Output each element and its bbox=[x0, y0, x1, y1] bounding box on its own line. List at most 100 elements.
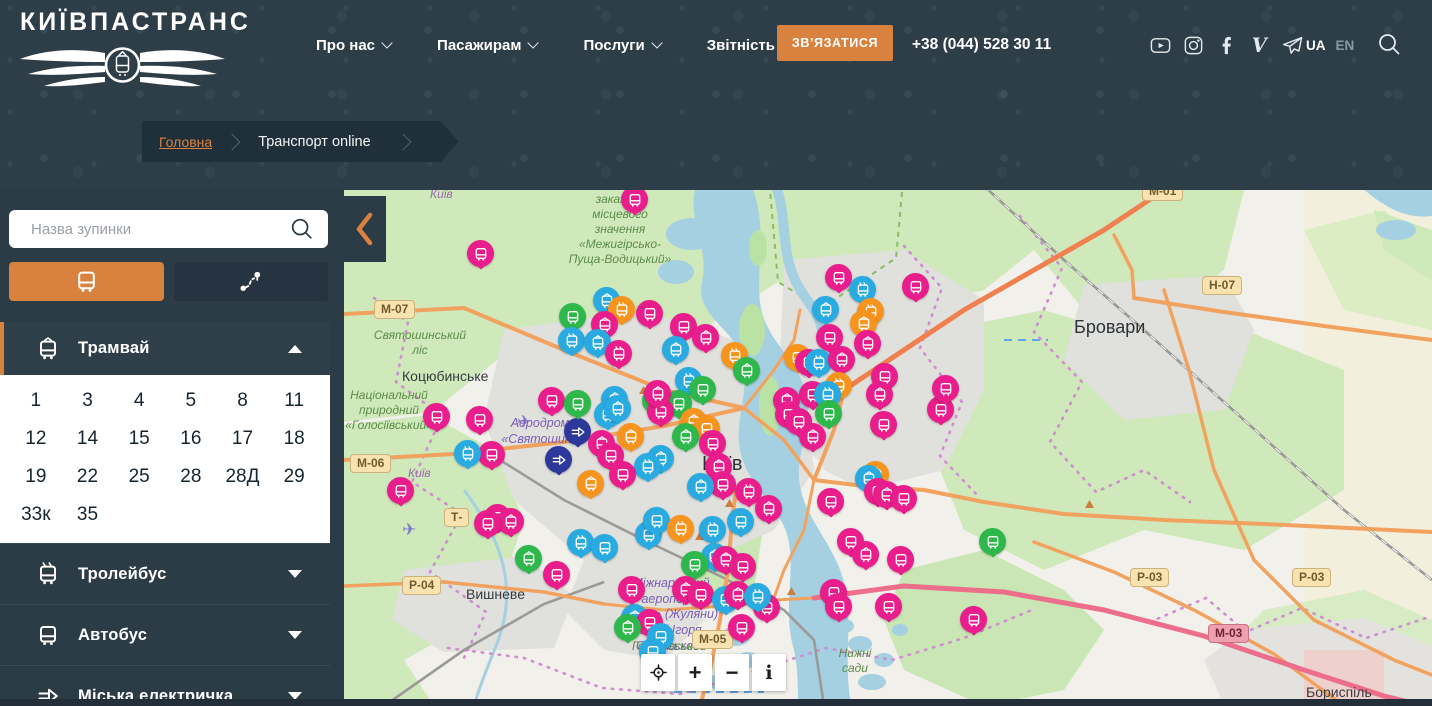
vehicle-marker-tram[interactable] bbox=[799, 423, 826, 450]
route-number-3[interactable]: 3 bbox=[62, 388, 114, 414]
route-number-5[interactable]: 5 bbox=[165, 388, 217, 414]
transport-map[interactable]: ✈ ✈ ✈ +−i Київзаказник місцевого значенн… bbox=[344, 190, 1432, 706]
sidebar-section-tram[interactable]: Трамвай bbox=[0, 322, 330, 375]
vehicle-marker-bus[interactable] bbox=[875, 593, 902, 620]
route-number-25[interactable]: 25 bbox=[113, 464, 165, 490]
vehicle-marker-tram[interactable] bbox=[515, 545, 542, 572]
vehicle-marker-tram[interactable] bbox=[692, 324, 719, 351]
vehicle-marker-bus[interactable] bbox=[960, 606, 987, 633]
route-number-33к[interactable]: 33к bbox=[10, 502, 62, 528]
vehicle-marker-bus[interactable] bbox=[932, 375, 959, 402]
nav-item-2[interactable]: Пасажирам bbox=[437, 37, 540, 54]
route-number-4[interactable]: 4 bbox=[113, 388, 165, 414]
vehicle-marker-bus[interactable] bbox=[979, 528, 1006, 555]
vehicle-marker-tram[interactable] bbox=[604, 395, 631, 422]
vehicle-marker-bus[interactable] bbox=[423, 403, 450, 430]
zoom-in-button[interactable]: + bbox=[678, 654, 712, 691]
youtube-icon[interactable] bbox=[1148, 33, 1172, 57]
vehicle-marker-tram[interactable] bbox=[866, 381, 893, 408]
route-number-15[interactable]: 15 bbox=[113, 426, 165, 452]
header-search-icon[interactable] bbox=[1376, 31, 1403, 58]
vehicle-marker-trol[interactable] bbox=[454, 440, 481, 467]
vehicle-marker-tram[interactable] bbox=[577, 470, 604, 497]
instagram-icon[interactable] bbox=[1181, 33, 1205, 57]
route-number-19[interactable]: 19 bbox=[10, 464, 62, 490]
route-number-1[interactable]: 1 bbox=[10, 388, 62, 414]
vehicle-marker-bus[interactable] bbox=[559, 303, 586, 330]
vehicle-marker-bus[interactable] bbox=[467, 240, 494, 267]
zoom-out-button[interactable]: − bbox=[715, 654, 749, 691]
vehicle-marker-trol[interactable] bbox=[667, 515, 694, 542]
vehicle-marker-bus[interactable] bbox=[687, 581, 714, 608]
stop-search-input[interactable] bbox=[29, 219, 289, 239]
route-number-28Д[interactable]: 28Д bbox=[217, 464, 269, 490]
vehicle-marker-bus[interactable] bbox=[825, 593, 852, 620]
route-number-18[interactable]: 18 bbox=[268, 426, 320, 452]
vehicle-marker-tram[interactable] bbox=[497, 508, 524, 535]
vehicle-marker-bus[interactable] bbox=[643, 507, 670, 534]
info-button[interactable]: i bbox=[752, 654, 786, 691]
nav-item-3[interactable]: Послуги bbox=[583, 37, 663, 54]
stops-toggle[interactable] bbox=[9, 262, 164, 301]
vehicle-marker-bus[interactable] bbox=[543, 561, 570, 588]
vehicle-marker-tram[interactable] bbox=[812, 296, 839, 323]
route-number-29[interactable]: 29 bbox=[268, 464, 320, 490]
lang-ua[interactable]: UA bbox=[1306, 38, 1326, 53]
logo[interactable]: КИЇВПАСТРАНС bbox=[20, 8, 248, 91]
vehicle-marker-trol[interactable] bbox=[699, 516, 726, 543]
routes-toggle[interactable] bbox=[173, 262, 328, 301]
route-number-11[interactable]: 11 bbox=[268, 388, 320, 414]
vehicle-marker-tram[interactable] bbox=[614, 614, 641, 641]
vehicle-marker-bus[interactable] bbox=[727, 508, 754, 535]
vehicle-marker-tram[interactable] bbox=[755, 495, 782, 522]
route-number-35[interactable]: 35 bbox=[62, 502, 114, 528]
sidebar-section-trolleybus[interactable]: Тролейбус bbox=[0, 543, 330, 604]
vehicle-marker-bus[interactable] bbox=[538, 387, 565, 414]
vehicle-marker-train[interactable] bbox=[564, 418, 591, 445]
vehicle-marker-bus[interactable] bbox=[609, 461, 636, 488]
sidebar-section-bus[interactable]: Автобус bbox=[0, 604, 330, 665]
route-number-17[interactable]: 17 bbox=[217, 426, 269, 452]
search-icon[interactable] bbox=[289, 216, 315, 242]
vehicle-marker-tram[interactable] bbox=[617, 423, 644, 450]
vehicle-marker-bus[interactable] bbox=[618, 576, 645, 603]
vehicle-marker-tram[interactable] bbox=[854, 330, 881, 357]
vehicle-marker-bus[interactable] bbox=[681, 551, 708, 578]
vehicle-marker-bus[interactable] bbox=[902, 273, 929, 300]
route-number-8[interactable]: 8 bbox=[217, 388, 269, 414]
vehicle-marker-tram[interactable] bbox=[644, 380, 671, 407]
nav-item-1[interactable]: Про нас bbox=[316, 37, 393, 54]
vehicle-marker-train[interactable] bbox=[545, 446, 572, 473]
sidebar-collapse-button[interactable] bbox=[344, 196, 386, 262]
vehicle-marker-bus[interactable] bbox=[825, 264, 852, 291]
vehicle-marker-tram[interactable] bbox=[672, 423, 699, 450]
vehicle-marker-trol[interactable] bbox=[558, 327, 585, 354]
vehicle-marker-bus[interactable] bbox=[689, 376, 716, 403]
breadcrumb-home-link[interactable]: Головна bbox=[159, 134, 212, 150]
vehicle-marker-bus[interactable] bbox=[466, 406, 493, 433]
vehicle-marker-bus[interactable] bbox=[729, 553, 756, 580]
vehicle-marker-tram[interactable] bbox=[687, 473, 714, 500]
contact-button[interactable]: ЗВ’ЯЗАТИСЯ bbox=[777, 25, 893, 61]
vehicle-marker-tram[interactable] bbox=[733, 357, 760, 384]
lang-en[interactable]: EN bbox=[1336, 38, 1355, 53]
vehicle-marker-bus[interactable] bbox=[870, 411, 897, 438]
vehicle-marker-bus[interactable] bbox=[564, 390, 591, 417]
facebook-icon[interactable] bbox=[1214, 33, 1238, 57]
vehicle-marker-trol[interactable] bbox=[744, 583, 771, 610]
vehicle-marker-trol[interactable] bbox=[634, 453, 661, 480]
vehicle-marker-tram[interactable] bbox=[852, 541, 879, 568]
vehicle-marker-bus[interactable] bbox=[478, 441, 505, 468]
vehicle-marker-tram[interactable] bbox=[662, 336, 689, 363]
route-number-14[interactable]: 14 bbox=[62, 426, 114, 452]
vehicle-marker-bus[interactable] bbox=[815, 400, 842, 427]
route-number-16[interactable]: 16 bbox=[165, 426, 217, 452]
vimeo-icon[interactable]: V bbox=[1247, 33, 1271, 57]
vehicle-marker-bus[interactable] bbox=[636, 300, 663, 327]
vehicle-marker-trol[interactable] bbox=[605, 340, 632, 367]
phone-number[interactable]: +38 (044) 528 30 11 bbox=[912, 0, 1051, 90]
route-number-28[interactable]: 28 bbox=[165, 464, 217, 490]
vehicle-marker-bus[interactable] bbox=[387, 477, 414, 504]
route-number-22[interactable]: 22 bbox=[62, 464, 114, 490]
vehicle-marker-tram[interactable] bbox=[828, 346, 855, 373]
